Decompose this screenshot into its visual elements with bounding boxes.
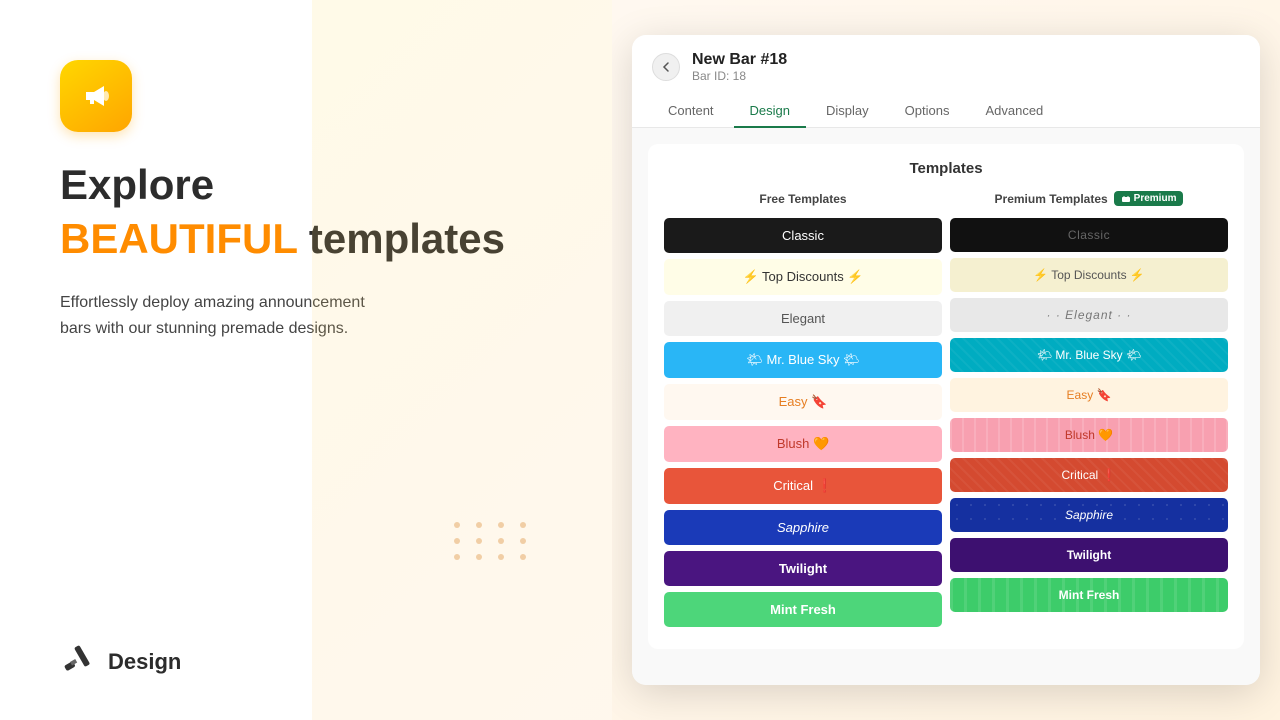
tab-content[interactable]: Content: [652, 95, 730, 128]
premium-templates-column: Classic ⚡ Top Discounts ⚡ · · Elegant · …: [950, 218, 1228, 633]
template-classic-free[interactable]: Classic: [664, 218, 942, 253]
template-sapphire-free[interactable]: Sapphire: [664, 510, 942, 545]
templates-title: Templates: [664, 160, 1228, 177]
description-text: Effortlessly deploy amazing announcement…: [60, 290, 480, 341]
free-templates-column: Classic ⚡ Top Discounts ⚡ Elegant 🌤 Mr. …: [664, 218, 942, 633]
template-easy-premium[interactable]: Easy 🔖: [950, 378, 1228, 412]
bottom-label: Design: [60, 644, 552, 680]
left-panel: Explore BEAUTIFUL templates Effortlessly…: [0, 0, 612, 720]
template-elegant-free[interactable]: Elegant: [664, 301, 942, 336]
premium-col-header: Premium Templates Premium: [950, 191, 1228, 206]
window-subtitle: Bar ID: 18: [692, 69, 787, 83]
templates-section: Templates Free Templates Premium Templat…: [648, 144, 1244, 649]
template-blush-premium[interactable]: Blush 🧡: [950, 418, 1228, 452]
template-twilight-premium[interactable]: Twilight: [950, 538, 1228, 572]
template-mrbluesky-premium[interactable]: 🌤 Mr. Blue Sky 🌤: [950, 338, 1228, 372]
template-elegant-premium[interactable]: · · Elegant · ·: [950, 298, 1228, 332]
template-mintfresh-free[interactable]: Mint Fresh: [664, 592, 942, 627]
headline-highlight: BEAUTIFUL: [60, 215, 297, 262]
template-mintfresh-premium[interactable]: Mint Fresh: [950, 578, 1228, 612]
headline-rest: templates: [297, 215, 505, 262]
premium-badge: Premium: [1114, 191, 1184, 206]
tab-display[interactable]: Display: [810, 95, 885, 128]
window-title: New Bar #18: [692, 51, 787, 69]
window-header: New Bar #18 Bar ID: 18 Content Design Di…: [632, 35, 1260, 128]
column-headers: Free Templates Premium Templates Premium: [664, 191, 1228, 212]
template-easy-free[interactable]: Easy 🔖: [664, 384, 942, 420]
headline: Explore BEAUTIFUL templates: [60, 162, 552, 270]
template-classic-premium[interactable]: Classic: [950, 218, 1228, 252]
window-tabs: Content Design Display Options Advanced: [652, 95, 1240, 127]
window-content[interactable]: Templates Free Templates Premium Templat…: [632, 128, 1260, 685]
app-icon: [60, 60, 132, 132]
window-title-info: New Bar #18 Bar ID: 18: [692, 51, 787, 83]
template-blush-free[interactable]: Blush 🧡: [664, 426, 942, 462]
paintbrush-icon: [60, 644, 96, 680]
back-button[interactable]: [652, 53, 680, 81]
template-twilight-free[interactable]: Twilight: [664, 551, 942, 586]
template-critical-free[interactable]: Critical ❗: [664, 468, 942, 504]
free-col-header: Free Templates: [664, 191, 942, 206]
tab-design[interactable]: Design: [734, 95, 806, 128]
right-panel: New Bar #18 Bar ID: 18 Content Design Di…: [612, 0, 1280, 720]
headline-line2: BEAUTIFUL templates: [60, 216, 552, 262]
template-topdiscounts-free[interactable]: ⚡ Top Discounts ⚡: [664, 259, 942, 295]
dots-decoration: [454, 522, 532, 560]
template-sapphire-premium[interactable]: Sapphire: [950, 498, 1228, 532]
template-topdiscounts-premium[interactable]: ⚡ Top Discounts ⚡: [950, 258, 1228, 292]
template-mrbluesky-free[interactable]: 🌤 Mr. Blue Sky 🌤: [664, 342, 942, 378]
tab-options[interactable]: Options: [889, 95, 966, 128]
template-critical-premium[interactable]: Critical ❗: [950, 458, 1228, 492]
app-window: New Bar #18 Bar ID: 18 Content Design Di…: [632, 35, 1260, 685]
bottom-label-text: Design: [108, 649, 181, 675]
tab-advanced[interactable]: Advanced: [969, 95, 1059, 128]
headline-line1: Explore: [60, 162, 552, 208]
templates-grid: Classic ⚡ Top Discounts ⚡ Elegant 🌤 Mr. …: [664, 218, 1228, 633]
